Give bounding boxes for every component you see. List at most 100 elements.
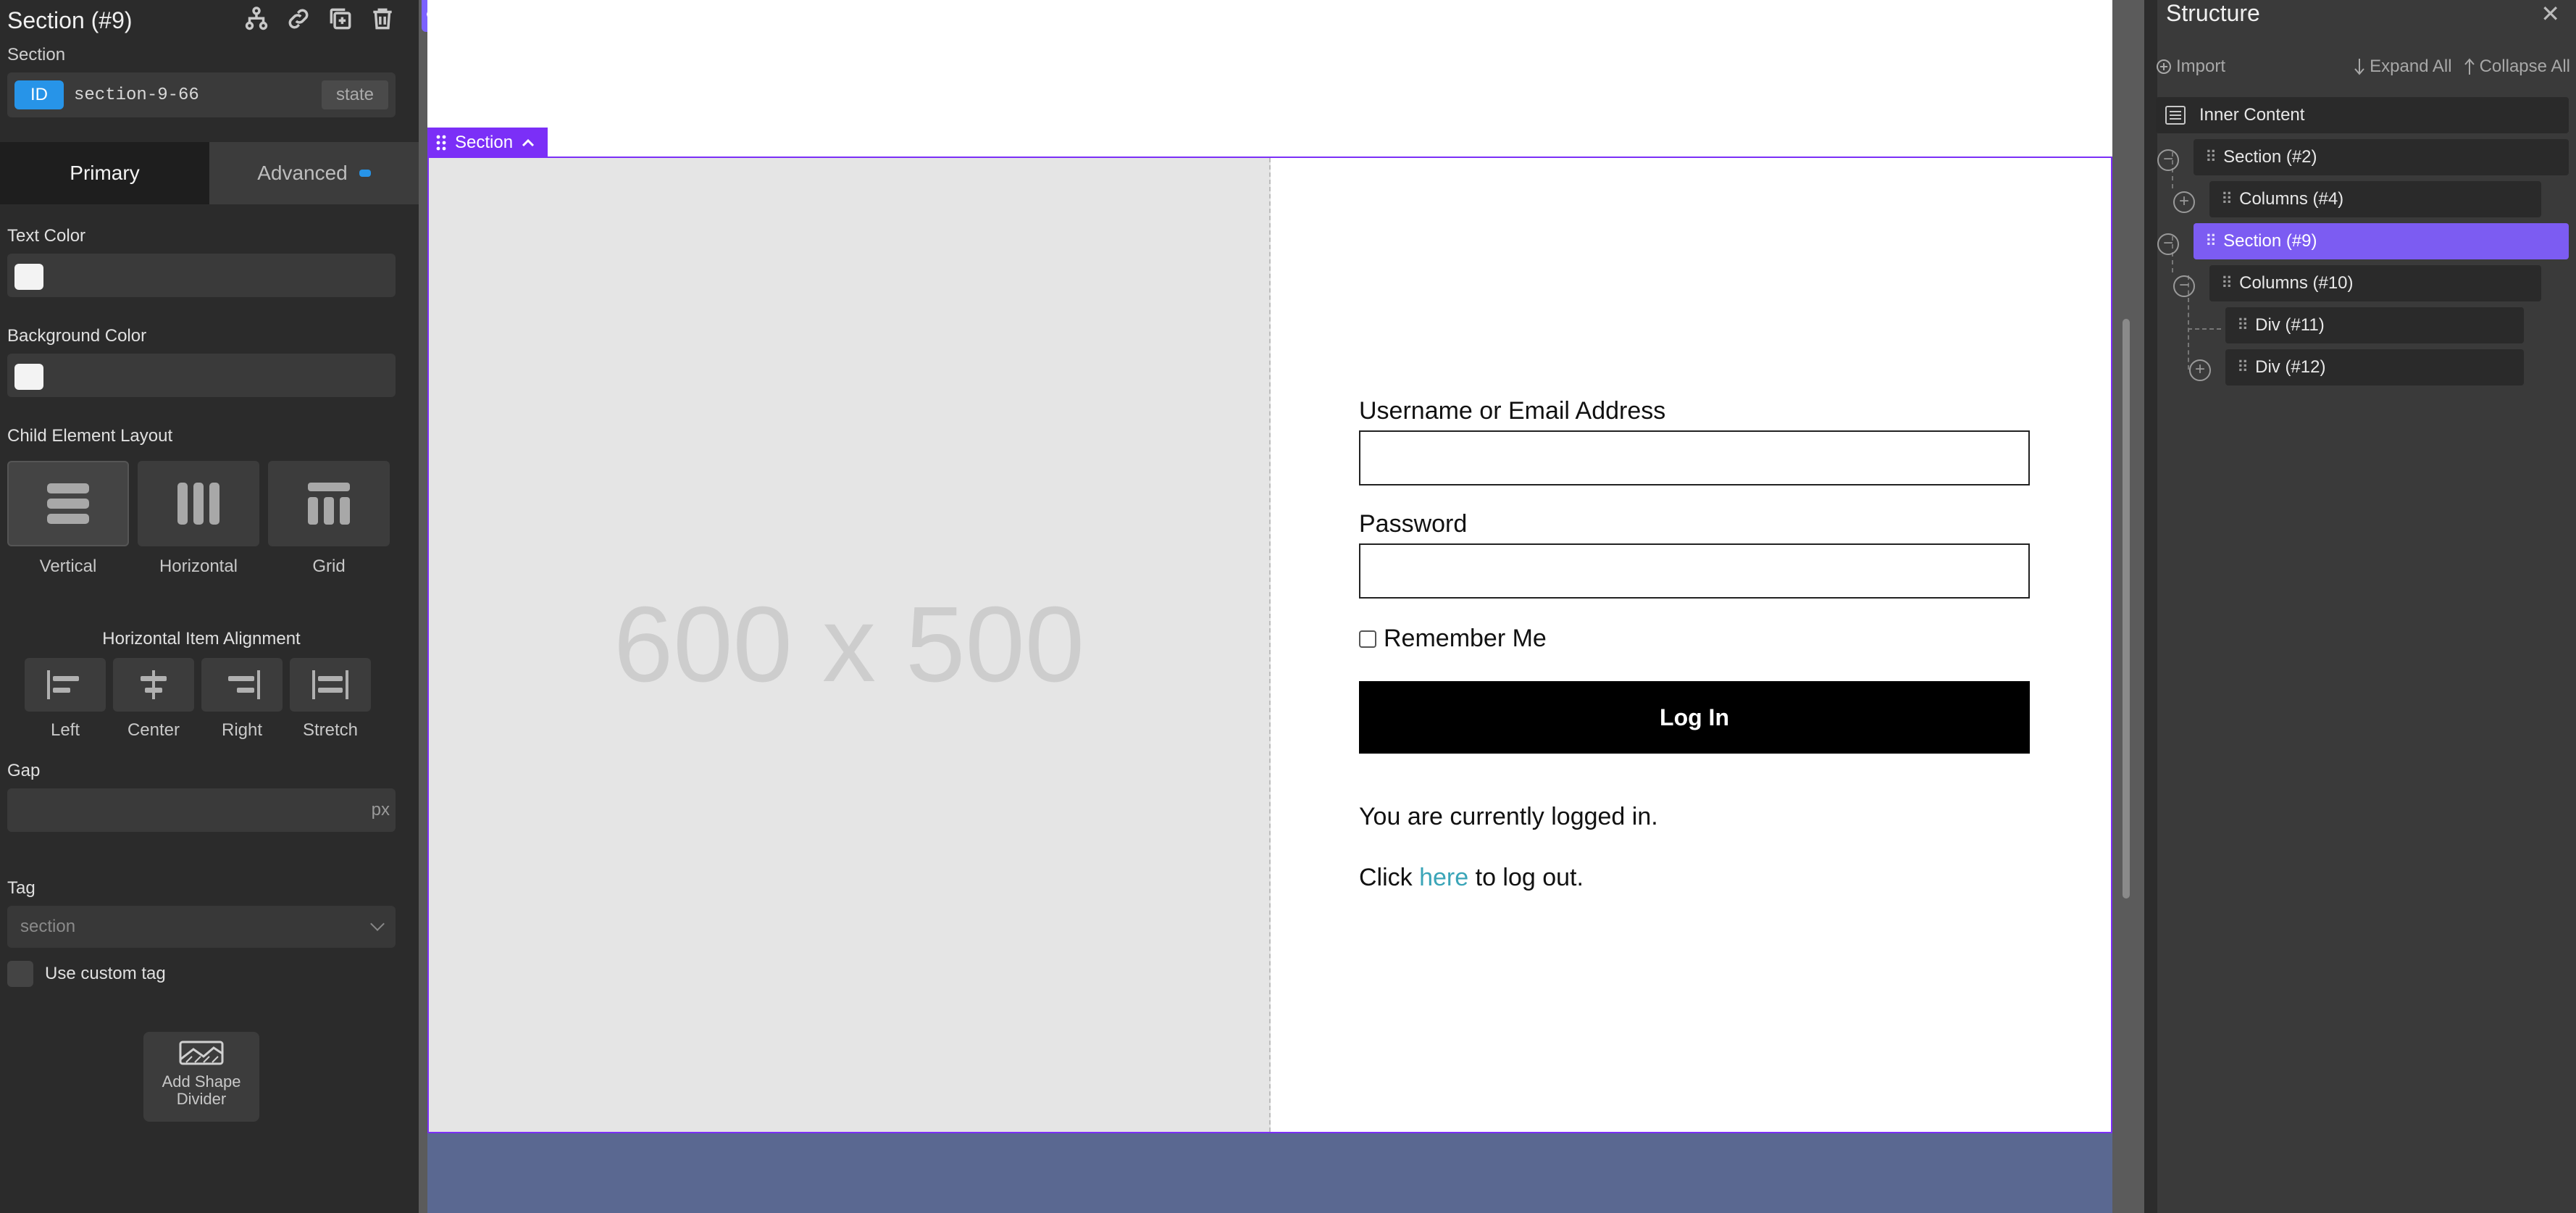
align-center-icon [113, 658, 194, 712]
custom-tag-checkbox[interactable] [7, 961, 33, 987]
layout-vertical-icon [7, 461, 129, 546]
logout-prefix: Click [1359, 864, 1420, 891]
collapse-all-button[interactable]: Collapse All [2464, 57, 2570, 77]
drag-handle-icon[interactable] [436, 135, 446, 151]
expand-toggle-icon[interactable]: + [2173, 191, 2195, 213]
tag-select[interactable]: section [7, 906, 396, 948]
tag-select-value: section [20, 917, 76, 936]
text-color-field[interactable] [7, 254, 396, 297]
selected-section[interactable]: 600 x 500 Username or Email Address Pass… [427, 157, 2112, 1133]
delete-icon[interactable] [368, 4, 397, 33]
tree-item-section-2[interactable]: ⠿ Section (#2) [2194, 139, 2569, 175]
layout-horizontal-label: Horizontal [159, 557, 238, 576]
structure-panel-gutter [2144, 0, 2157, 1213]
state-button[interactable]: state [321, 80, 388, 109]
tree-item-columns-10[interactable]: ⠿ Columns (#10) [2209, 265, 2541, 301]
remember-me-label: Remember Me [1384, 625, 1547, 652]
tree-item-inner-content[interactable]: Inner Content [2156, 97, 2569, 133]
structure-tree-icon[interactable] [242, 4, 271, 33]
horizontal-alignment-options: Left Center Right Stretch [25, 658, 371, 741]
align-stretch-option[interactable]: Stretch [290, 658, 371, 741]
password-input[interactable] [1359, 543, 2030, 599]
align-left-label: Left [50, 720, 80, 740]
password-label: Password [1359, 510, 1468, 538]
tree-item-div-12[interactable]: ⠿ Div (#12) [2225, 349, 2524, 385]
tree-item-section-9[interactable]: ⠿ Section (#9) [2194, 223, 2569, 259]
chevron-up-icon[interactable] [522, 138, 535, 147]
align-stretch-label: Stretch [302, 720, 359, 740]
logout-link[interactable]: here [1419, 864, 1468, 891]
custom-tag-row[interactable]: Use custom tag [7, 961, 166, 987]
drag-handle-icon[interactable]: ⠿ [2237, 316, 2249, 335]
tab-primary[interactable]: Primary [0, 142, 209, 204]
arrow-up-icon [2464, 58, 2475, 75]
gap-input[interactable]: px [7, 788, 396, 832]
collapse-toggle-icon[interactable]: − [2157, 233, 2179, 255]
drag-handle-icon[interactable]: ⠿ [2221, 274, 2233, 293]
layout-horizontal-icon [138, 461, 259, 546]
logout-message: Click here to log out. [1359, 864, 1584, 892]
next-section-area[interactable] [427, 1133, 2112, 1213]
drag-handle-icon[interactable]: ⠿ [2205, 232, 2217, 251]
arrow-down-icon [2354, 59, 2364, 75]
tab-primary-label: Primary [70, 162, 140, 184]
logged-in-message: You are currently logged in. [1359, 803, 1658, 830]
text-color-swatch[interactable] [14, 264, 43, 290]
duplicate-icon[interactable] [326, 4, 355, 33]
structure-actions: Import Expand All Collapse All [2156, 57, 2570, 77]
log-in-button[interactable]: Log In [1359, 681, 2030, 754]
background-color-field[interactable] [7, 354, 396, 397]
tag-label: Tag [7, 878, 35, 898]
remember-me-row[interactable]: Remember Me [1359, 625, 1547, 653]
shape-divider-label-1: Add Shape [162, 1072, 241, 1091]
import-label: Import [2176, 57, 2226, 76]
property-tabs: Primary Advanced [0, 142, 419, 204]
expand-all-label: Expand All [2370, 57, 2452, 76]
child-layout-options: Vertical Horizontal Grid [7, 461, 390, 577]
tree-item-label: Columns (#4) [2239, 189, 2344, 209]
gap-label: Gap [7, 761, 41, 780]
id-badge[interactable]: ID [14, 80, 64, 109]
editor-canvas: ⟨ 600 x 500 Username or Email Address Pa… [419, 0, 2144, 1213]
layout-grid-label: Grid [312, 557, 346, 576]
panel-toolbar [242, 4, 397, 33]
drag-handle-icon[interactable]: ⠿ [2221, 190, 2233, 209]
section-label-text: Section [455, 133, 514, 152]
align-right-label: Right [221, 720, 263, 740]
align-right-option[interactable]: Right [201, 658, 283, 741]
link-icon[interactable] [284, 4, 313, 33]
align-center-option[interactable]: Center [113, 658, 194, 741]
text-color-label: Text Color [7, 226, 86, 246]
image-placeholder[interactable]: 600 x 500 [429, 158, 1271, 1132]
horizontal-alignment-label: Horizontal Item Alignment [102, 629, 301, 649]
tree-item-label: Columns (#10) [2239, 273, 2354, 293]
collapse-toggle-icon[interactable]: − [2173, 275, 2195, 297]
align-left-option[interactable]: Left [25, 658, 106, 741]
previous-section-area[interactable] [427, 0, 2112, 157]
expand-all-button[interactable]: Expand All [2354, 57, 2452, 77]
drag-handle-icon[interactable]: ⠿ [2205, 148, 2217, 167]
element-id-value[interactable]: section-9-66 [74, 86, 322, 105]
section-label-tab[interactable]: Section [427, 128, 548, 158]
remember-me-checkbox[interactable] [1359, 630, 1376, 648]
element-id-row: ID section-9-66 state [7, 72, 396, 117]
layout-horizontal-option[interactable]: Horizontal [138, 461, 259, 577]
properties-panel: Section (#9) Section ID section-9-66 sta… [0, 0, 419, 1213]
tab-indicator-dot [359, 170, 371, 177]
layout-vertical-option[interactable]: Vertical [7, 461, 129, 577]
canvas-scrollbar[interactable] [2123, 319, 2130, 899]
expand-toggle-icon[interactable]: + [2189, 359, 2211, 381]
logout-suffix: to log out. [1468, 864, 1584, 891]
tree-item-div-11[interactable]: ⠿ Div (#11) [2225, 307, 2524, 343]
tab-advanced[interactable]: Advanced [209, 142, 419, 204]
collapse-toggle-icon[interactable]: − [2157, 149, 2179, 171]
tab-advanced-label: Advanced [257, 162, 348, 184]
drag-handle-icon[interactable]: ⠿ [2237, 358, 2249, 377]
username-input[interactable] [1359, 430, 2030, 485]
close-icon[interactable]: ✕ [2541, 0, 2560, 28]
add-shape-divider-button[interactable]: Add Shape Divider [143, 1032, 259, 1122]
layout-grid-option[interactable]: Grid [268, 461, 390, 577]
background-color-swatch[interactable] [14, 364, 43, 390]
import-button[interactable]: Import [2156, 57, 2225, 77]
tree-item-columns-4[interactable]: ⠿ Columns (#4) [2209, 181, 2541, 217]
